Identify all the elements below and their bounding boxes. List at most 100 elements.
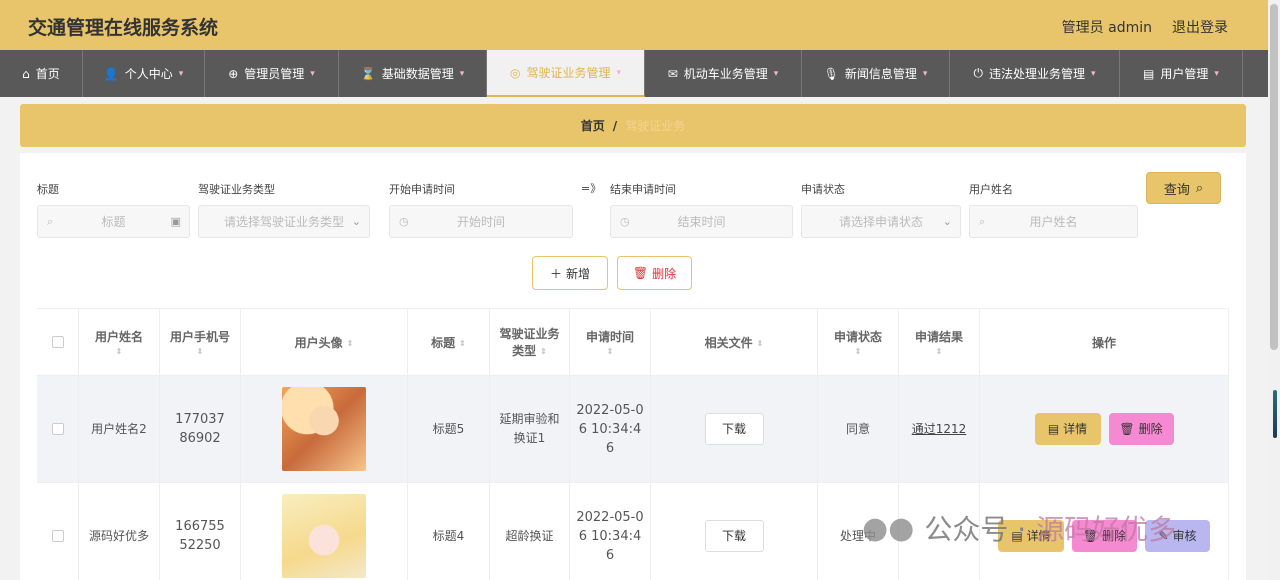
review-label: 审核 [1172,528,1197,543]
col-header-status[interactable]: 申请状态 ⇕ [818,309,899,375]
name-search-input[interactable]: ⌕ 用户姓名 [969,205,1138,238]
trash-icon: 🗑 [1119,421,1135,436]
header-label: 申请结果 [914,330,963,344]
add-button-label: 新增 [566,266,591,281]
status-placeholder: 请选择申请状态 [838,215,923,229]
select-all-checkbox[interactable] [51,336,64,348]
row-delete-button[interactable]: 🗑 删除 [1072,520,1137,552]
chevron-down-icon: ▾ [773,68,779,79]
header-label: 申请时间 [585,330,634,344]
nav-item-users[interactable]: ▤ 用户管理 ▾ [1120,50,1243,97]
detail-button[interactable]: ▤ 详情 [998,520,1064,552]
review-button[interactable]: ✎ 审核 [1145,520,1210,552]
nav-item-home[interactable]: ⌂ 首页 [0,50,83,97]
chevron-down-icon: ▾ [922,68,928,79]
start-placeholder: 开始时间 [456,215,505,229]
nav-item-violation[interactable]: ⏻ 违法处理业务管理 ▾ [950,50,1120,97]
mail-icon: ✉ [667,66,678,81]
title-search-input[interactable]: ⌕ 标题 ▣ [37,205,190,238]
clock-icon: ◷ [620,215,630,228]
header-label-line2: 类型 [512,344,537,358]
detail-label: 详情 [1063,421,1088,436]
col-header-result[interactable]: 申请结果 ⇕ [899,309,980,375]
search-icon: ⌕ [979,214,986,228]
nav-item-label: 基础数据管理 [381,67,454,81]
row-checkbox[interactable] [51,423,64,435]
table-row: 用户姓名2 17703786902 标题5 延期审验和换证1 2022-05-0… [37,376,1229,483]
logout-link[interactable]: 退出登录 [1172,17,1228,37]
sort-icon: ⇕ [115,347,123,356]
clock-icon: ◷ [399,215,409,228]
breadcrumb-home[interactable]: 首页 [581,117,605,134]
power-icon: ⏻ [973,66,983,80]
plus-icon: ＋ [549,266,562,281]
query-button-label: 查询 [1163,182,1190,198]
vertical-scrollbar[interactable] [1268,0,1280,580]
detail-button[interactable]: ▤ 详情 [1034,413,1101,445]
search-icon: ⌕ [47,214,54,228]
app-title: 交通管理在线服务系统 [28,17,219,39]
chevron-down-icon: ⌄ [351,215,361,228]
row-delete-button[interactable]: 🗑 删除 [1108,413,1174,445]
row-select-cell [37,483,79,580]
cell-phone: 17703786902 [160,376,241,482]
col-header-time[interactable]: 申请时间 ⇕ [570,309,651,375]
title-filter-label: 标题 [37,183,59,196]
main-content: 标题 驾驶证业务类型 开始申请时间 =》 结束申请时间 申请状态 用户姓名 ⌕ … [20,153,1246,580]
cell-status: 处理中 [818,483,899,580]
nav-item-vehicle[interactable]: ✉ 机动车业务管理 ▾ [645,50,802,97]
select-all-cell [37,309,79,375]
query-button[interactable]: 查询 ⌕ [1146,172,1221,204]
col-header-ops: 操作 [980,309,1229,375]
header-label: 相关文件 [704,335,753,350]
scrollbar-thumb[interactable] [1270,4,1278,350]
delete-button-label: 删除 [652,266,677,281]
sort-icon: ⇕ [854,347,862,356]
batch-delete-button[interactable]: 🗑 删除 [617,256,692,290]
mic-icon: 🎙 [823,66,839,81]
nav-item-label: 违法处理业务管理 [988,67,1085,81]
chevron-down-icon: ▾ [616,67,622,78]
cell-avatar [241,483,408,580]
user-icon: 👤 [103,66,119,81]
header-user-area: 管理员 admin 退出登录 [1062,17,1228,37]
result-text: 通过1212 [911,421,967,436]
chevron-down-icon: ▾ [459,68,465,79]
review-icon: ✎ [1158,528,1169,543]
side-widget [1273,390,1277,438]
cell-ops: ▤ 详情 🗑 删除 ✎ 审核 [980,483,1229,580]
nav-item-base-data[interactable]: ⌛ 基础数据管理 ▾ [339,50,487,97]
sort-icon: ⇕ [346,338,354,348]
nav-item-license[interactable]: ◎ 驾驶证业务管理 ▾ [487,50,645,97]
col-header-title[interactable]: 标题 ⇕ [408,309,490,375]
cell-result: 通过1212 [899,376,980,482]
download-button[interactable]: 下载 [704,520,764,552]
col-header-phone[interactable]: 用户手机号 ⇕ [160,309,241,375]
status-select[interactable]: 请选择申请状态 ⌄ [801,205,961,238]
sort-icon: ⇕ [540,347,547,356]
header-label: 驾驶证业务 [499,327,560,341]
admin-icon: ⊕ [228,66,239,81]
download-button[interactable]: 下载 [704,413,764,445]
start-time-picker[interactable]: ◷ 开始时间 [389,205,573,238]
type-select[interactable]: 请选择驾驶证业务类型 ⌄ [198,205,370,238]
detail-label: 详情 [1026,528,1051,543]
col-header-avatar[interactable]: 用户头像 ⇕ [241,309,408,375]
header-label: 用户姓名 [94,330,143,344]
chevron-down-icon: ⌄ [942,215,952,228]
admin-user-label[interactable]: 管理员 admin [1062,17,1152,37]
col-header-name[interactable]: 用户姓名 ⇕ [79,309,160,375]
type-placeholder: 请选择驾驶证业务类型 [223,215,344,229]
nav-item-news[interactable]: 🎙 新闻信息管理 ▾ [802,50,950,97]
header-label: 用户头像 [294,335,343,350]
end-time-picker[interactable]: ◷ 结束时间 [610,205,793,238]
nav-item-admin[interactable]: ⊕ 管理员管理 ▾ [205,50,339,97]
add-button[interactable]: ＋ 新增 [532,256,608,290]
col-header-file[interactable]: 相关文件 ⇕ [651,309,818,375]
col-header-type[interactable]: 驾驶证业务类型 ⇕ [490,309,570,375]
row-checkbox[interactable] [51,530,64,542]
nav-item-label: 新闻信息管理 [844,67,917,81]
row-select-cell [37,376,79,482]
avatar [282,494,366,578]
nav-item-profile[interactable]: 👤 个人中心 ▾ [83,50,205,97]
